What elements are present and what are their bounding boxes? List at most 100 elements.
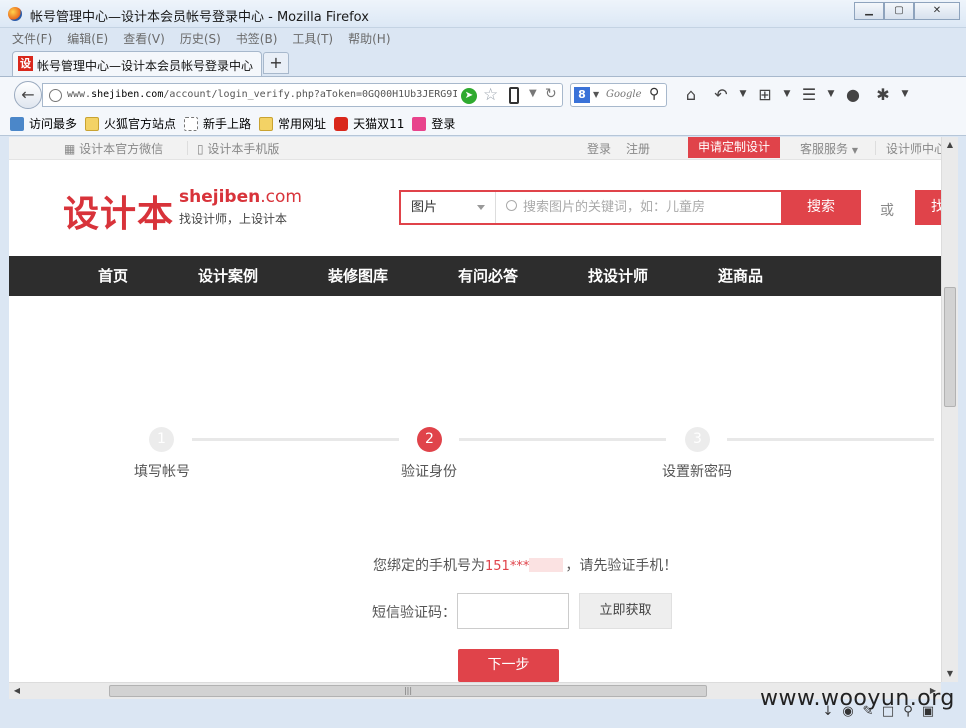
folder-icon <box>85 116 100 131</box>
back-button[interactable]: ← <box>14 81 42 109</box>
nav-find-designer[interactable]: 找设计师 <box>588 256 648 296</box>
site-slogan: 找设计师，上设计本 <box>179 212 288 226</box>
scroll-down-icon[interactable]: ▼ <box>942 666 958 682</box>
watermark-text: www.wooyun.org <box>760 686 955 711</box>
get-code-button[interactable]: 立即获取 <box>579 593 672 629</box>
bookmark-tmall[interactable]: 天猫双11 <box>334 115 404 132</box>
url-text[interactable]: www.shejiben.com/account/login_verify.ph… <box>67 89 457 100</box>
apply-custom-design-button[interactable]: 申请定制设计 <box>688 137 780 158</box>
reload-icon[interactable]: ↻ <box>545 86 557 102</box>
new-tab-button[interactable]: + <box>263 52 289 74</box>
nav-design-cases[interactable]: 设计案例 <box>198 256 258 296</box>
nav-home[interactable]: 首页 <box>98 256 128 296</box>
site-logo-domain[interactable]: shejiben.com <box>179 187 302 207</box>
go-arrow-icon[interactable]: ➤ <box>461 88 477 104</box>
search-category-select[interactable]: 图片 <box>401 192 496 223</box>
bookmark-common-sites[interactable]: 常用网址 <box>259 115 326 132</box>
url-bar[interactable]: www.shejiben.com/account/login_verify.ph… <box>42 83 563 107</box>
home-icon[interactable]: ⌂ <box>676 85 706 104</box>
nav-qa[interactable]: 有问必答 <box>458 256 518 296</box>
search-icon[interactable]: ⚲ <box>649 86 659 102</box>
menu-view[interactable]: 查看(V) <box>123 28 165 50</box>
site-search-input[interactable] <box>523 192 773 223</box>
url-dropdown-icon[interactable]: ▼ <box>529 88 537 99</box>
crop-icon[interactable]: ⊞ <box>750 85 780 104</box>
customer-service-link[interactable]: 客服服务 ▼ <box>800 140 858 157</box>
scroll-up-icon[interactable]: ▲ <box>942 137 958 153</box>
mobile-icon[interactable] <box>509 87 519 104</box>
toolbar-icons: ⌂ ↶ ▼ ⊞ ▼ ☰ ▼ ● ✱ ▼ <box>676 85 912 104</box>
folder-icon <box>259 116 274 131</box>
dropdown-icon[interactable]: ▼ <box>780 85 794 104</box>
window-title: 帐号管理中心—设计本会员帐号登录中心 - Mozilla Firefox <box>30 10 369 25</box>
find-designer-button[interactable]: 找 <box>915 190 941 225</box>
designer-center-link[interactable]: 设计师中心 <box>886 140 941 157</box>
tab-active[interactable]: 设 帐号管理中心—设计本会员帐号登录中心 <box>12 51 262 76</box>
bookmark-login[interactable]: 登录 <box>412 115 455 132</box>
window-titlebar: 帐号管理中心—设计本会员帐号登录中心 - Mozilla Firefox ▁ ▢… <box>0 0 966 28</box>
bookmark-icon <box>10 116 24 131</box>
menu-bookmarks[interactable]: 书签(B) <box>236 28 278 50</box>
browser-search-box[interactable]: 8 ▼ Google ⚲ <box>570 83 667 107</box>
window-controls: ▁ ▢ ✕ <box>854 2 960 20</box>
site-favicon-icon: 设 <box>18 56 33 71</box>
step-1-indicator: 1 <box>149 427 174 452</box>
engine-dropdown-icon[interactable]: ▼ <box>593 90 599 99</box>
bookmark-most-visited[interactable]: 访问最多 <box>10 115 77 132</box>
divider <box>187 141 188 155</box>
dropdown-icon[interactable]: ▼ <box>898 85 912 104</box>
register-link[interactable]: 注册 <box>626 140 650 157</box>
next-step-button[interactable]: 下一步 <box>458 649 559 682</box>
page-icon <box>184 116 199 131</box>
step-3-label: 设置新密码 <box>662 464 732 480</box>
maximize-button[interactable]: ▢ <box>884 2 914 20</box>
navigation-toolbar: ← www.shejiben.com/account/login_verify.… <box>0 76 966 112</box>
verify-message: 您绑定的手机号为151*** ，请先验证手机！ <box>373 558 678 574</box>
close-button[interactable]: ✕ <box>914 2 960 20</box>
vertical-scroll-thumb[interactable] <box>944 287 956 407</box>
page-viewport: ▦ 设计本官方微信 ▯ 设计本手机版 登录 注册 申请定制设计 客服服务 ▼ 设… <box>9 137 941 682</box>
scroll-left-icon[interactable]: ◀ <box>9 683 25 699</box>
bug-icon[interactable]: ✱ <box>868 85 898 104</box>
bookmarks-bar: 访问最多 火狐官方站点 新手上路 常用网址 天猫双11 登录 <box>0 112 966 136</box>
nav-shop[interactable]: 逛商品 <box>718 256 763 296</box>
step-3-indicator: 3 <box>685 427 710 452</box>
site-search-bar: 图片 搜索 <box>399 190 861 225</box>
dropdown-icon[interactable]: ▼ <box>824 85 838 104</box>
translate-icon[interactable]: ☰ <box>794 85 824 104</box>
firefox-icon <box>8 7 22 21</box>
bookmark-firefox-site[interactable]: 火狐官方站点 <box>85 115 176 132</box>
menu-tools[interactable]: 工具(T) <box>292 28 333 50</box>
menu-bar: 文件(F) 编辑(E) 查看(V) 历史(S) 书签(B) 工具(T) 帮助(H… <box>0 28 966 50</box>
masked-phone-number: 151*** <box>485 559 530 574</box>
menu-help[interactable]: 帮助(H) <box>348 28 390 50</box>
menu-edit[interactable]: 编辑(E) <box>67 28 108 50</box>
divider <box>875 141 876 155</box>
search-engine-icon[interactable]: 8 <box>574 87 590 103</box>
mobile-site-link[interactable]: ▯ 设计本手机版 <box>197 140 279 157</box>
step-connector <box>192 438 399 441</box>
site-top-strip: ▦ 设计本官方微信 ▯ 设计本手机版 登录 注册 申请定制设计 客服服务 ▼ 设… <box>9 137 941 160</box>
step-2-indicator: 2 <box>417 427 442 452</box>
sms-code-input[interactable] <box>457 593 569 629</box>
site-logo[interactable]: 设计本 <box>63 185 174 237</box>
dropdown-icon[interactable]: ▼ <box>736 85 750 104</box>
bookmark-star-icon[interactable]: ☆ <box>483 85 498 105</box>
minimize-button[interactable]: ▁ <box>854 2 884 20</box>
search-button[interactable]: 搜索 <box>781 190 861 225</box>
step-2-label: 验证身份 <box>401 464 457 480</box>
caret-down-icon <box>477 205 485 210</box>
chat-icon[interactable]: ● <box>838 85 868 104</box>
vertical-scrollbar[interactable]: ▲ ▼ <box>941 137 958 682</box>
tab-bar: 设 帐号管理中心—设计本会员帐号登录中心 + <box>0 50 966 76</box>
login-link[interactable]: 登录 <box>587 140 611 157</box>
nav-gallery[interactable]: 装修图库 <box>328 256 388 296</box>
step-connector <box>459 438 666 441</box>
horizontal-scroll-thumb[interactable]: ||| <box>109 685 707 697</box>
step-1-label: 填写帐号 <box>134 464 190 480</box>
wechat-link[interactable]: ▦ 设计本官方微信 <box>64 140 163 157</box>
menu-history[interactable]: 历史(S) <box>180 28 221 50</box>
undo-icon[interactable]: ↶ <box>706 85 736 104</box>
bookmark-getting-started[interactable]: 新手上路 <box>184 115 251 132</box>
menu-file[interactable]: 文件(F) <box>12 28 52 50</box>
